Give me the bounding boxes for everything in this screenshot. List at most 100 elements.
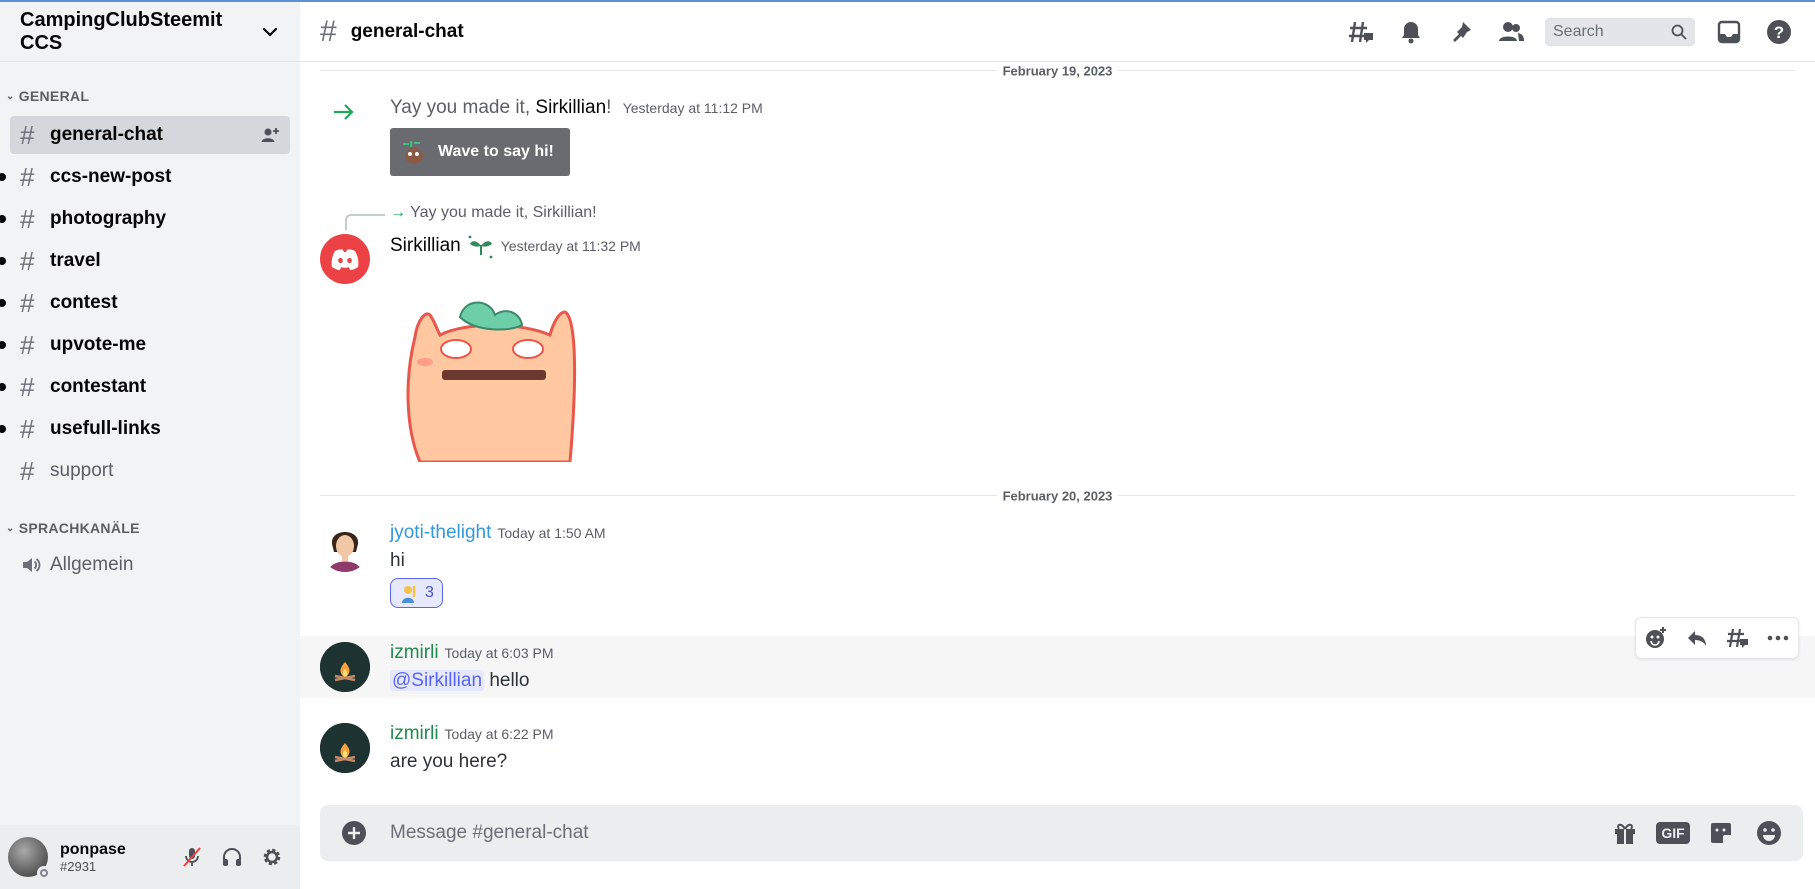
user-tag: #2931 [60, 858, 97, 874]
message-header: jyoti-thelight Today at 1:50 AM [390, 522, 606, 544]
sticker-button[interactable] [1701, 813, 1741, 853]
avatar[interactable] [320, 723, 370, 773]
channel-item-usefull-links[interactable]: # usefull-links [0, 410, 290, 448]
gift-button[interactable] [1605, 813, 1645, 853]
hash-icon: # [20, 161, 35, 192]
search-input[interactable] [1553, 22, 1663, 41]
date-divider: February 20, 2023 [320, 488, 1795, 504]
channel-item-photography[interactable]: # photography [0, 200, 290, 238]
user-name: ponpase [60, 840, 126, 858]
date-label: February 20, 2023 [996, 488, 1119, 504]
peach-sticker[interactable] [400, 287, 590, 462]
deafen-button[interactable] [212, 837, 252, 877]
user-panel: ponpase #2931 [0, 825, 300, 889]
reply-button[interactable] [1681, 622, 1713, 654]
channel-label: support [50, 460, 114, 481]
page-title: general-chat [350, 20, 464, 42]
chevron-down-icon: ⌄ [6, 522, 15, 534]
message-composer: GIF [320, 805, 1803, 861]
search-bar[interactable] [1545, 17, 1695, 46]
message-input[interactable] [390, 822, 1597, 844]
upload-button[interactable] [334, 813, 374, 853]
join-suffix: ! [606, 97, 612, 118]
category-voice[interactable]: ⌄ SPRACHKANÄLE [0, 518, 300, 538]
help-button[interactable]: ? [1763, 16, 1795, 48]
message-item-hovered: izmirli Today at 6:03 PM @Sirkillian hel… [300, 636, 1815, 698]
join-username[interactable]: Sirkillian [535, 97, 606, 118]
inbox-button[interactable] [1713, 16, 1745, 48]
channel-item-upvote-me[interactable]: # upvote-me [0, 326, 290, 364]
unread-indicator [0, 341, 6, 349]
join-arrow-icon: → [390, 204, 406, 221]
wave-button-label: Wave to say hi! [438, 143, 554, 160]
reaction-button[interactable]: 3 [390, 578, 443, 608]
channel-item-travel[interactable]: # travel [0, 242, 290, 280]
message-author[interactable]: Sirkillian [390, 235, 461, 257]
more-options-button[interactable] [1762, 622, 1794, 654]
discord-icon [331, 249, 359, 270]
help-icon: ? [1767, 19, 1791, 44]
category-label: GENERAL [18, 88, 90, 104]
avatar[interactable] [320, 234, 370, 284]
thread-icon [1727, 628, 1749, 648]
channel-item-general-chat[interactable]: # general-chat [10, 116, 290, 154]
pinned-messages-button[interactable] [1445, 16, 1477, 48]
avatar[interactable] [320, 642, 370, 692]
message-author[interactable]: izmirli [390, 642, 439, 664]
gear-icon [263, 848, 281, 866]
timestamp: Today at 6:03 PM [444, 645, 554, 661]
unread-indicator [0, 383, 6, 391]
chevron-down-icon [262, 27, 278, 37]
user-mention[interactable]: @Sirkillian [390, 670, 485, 691]
add-reaction-button[interactable] [1640, 622, 1672, 654]
add-member-icon[interactable] [260, 125, 280, 145]
user-info[interactable]: ponpase #2931 [60, 841, 172, 874]
chevron-down-icon: ⌄ [6, 90, 15, 102]
voice-channel-allgemein[interactable]: Allgemein [10, 546, 290, 584]
gif-button[interactable]: GIF [1653, 813, 1693, 853]
hash-icon: # [320, 14, 337, 48]
message-author[interactable]: izmirli [390, 723, 439, 745]
channel-item-ccs-new-post[interactable]: # ccs-new-post [0, 158, 290, 196]
channel-item-contest[interactable]: # contest [0, 284, 290, 322]
avatar[interactable] [320, 522, 370, 572]
mute-button[interactable] [172, 837, 212, 877]
threads-button[interactable] [1345, 16, 1377, 48]
member-list-button[interactable] [1495, 16, 1527, 48]
gift-icon [1615, 823, 1635, 844]
status-indicator [37, 866, 51, 880]
person-raising-hand-emoji-icon [402, 586, 416, 603]
threads-icon [1349, 21, 1373, 43]
server-header[interactable]: CampingClubSteemit CCS [0, 2, 300, 62]
avatar[interactable] [8, 837, 51, 880]
reaction-count: 3 [425, 584, 434, 601]
members-icon [1499, 21, 1524, 41]
hash-icon: # [20, 413, 35, 444]
channel-label: contestant [50, 376, 147, 397]
unread-indicator [0, 425, 6, 433]
channel-item-support[interactable]: # support [10, 452, 290, 490]
hash-icon: # [20, 287, 35, 318]
channel-item-contestant[interactable]: # contestant [0, 368, 290, 406]
sticker-icon [1711, 823, 1731, 843]
wave-button[interactable]: Wave to say hi! [390, 128, 570, 176]
message-content: are you here? [390, 751, 508, 772]
emoji-button[interactable] [1749, 813, 1789, 853]
gif-icon: GIF [1656, 822, 1690, 844]
user-avatar-illustration [328, 532, 362, 572]
notifications-button[interactable] [1395, 16, 1427, 48]
create-thread-button[interactable] [1721, 622, 1753, 654]
message-author[interactable]: jyoti-thelight [390, 522, 491, 544]
hash-icon: # [20, 203, 35, 234]
reply-preview[interactable]: → Yay you made it, Sirkillian! [390, 204, 597, 222]
unread-indicator [0, 299, 6, 307]
message-header: Sirkillian Yesterday at 11:32 PM [390, 233, 641, 259]
channel-sidebar: CampingClubSteemit CCS ⌄ GENERAL # gener… [0, 2, 300, 889]
channel-label: ccs-new-post [50, 166, 172, 187]
join-prefix: Yay you made it, [390, 97, 536, 118]
category-general[interactable]: ⌄ GENERAL [0, 86, 300, 106]
inbox-icon [1717, 20, 1741, 43]
emoji-icon [1757, 821, 1781, 845]
message-actions-toolbar [1635, 617, 1799, 659]
user-settings-button[interactable] [252, 837, 292, 877]
